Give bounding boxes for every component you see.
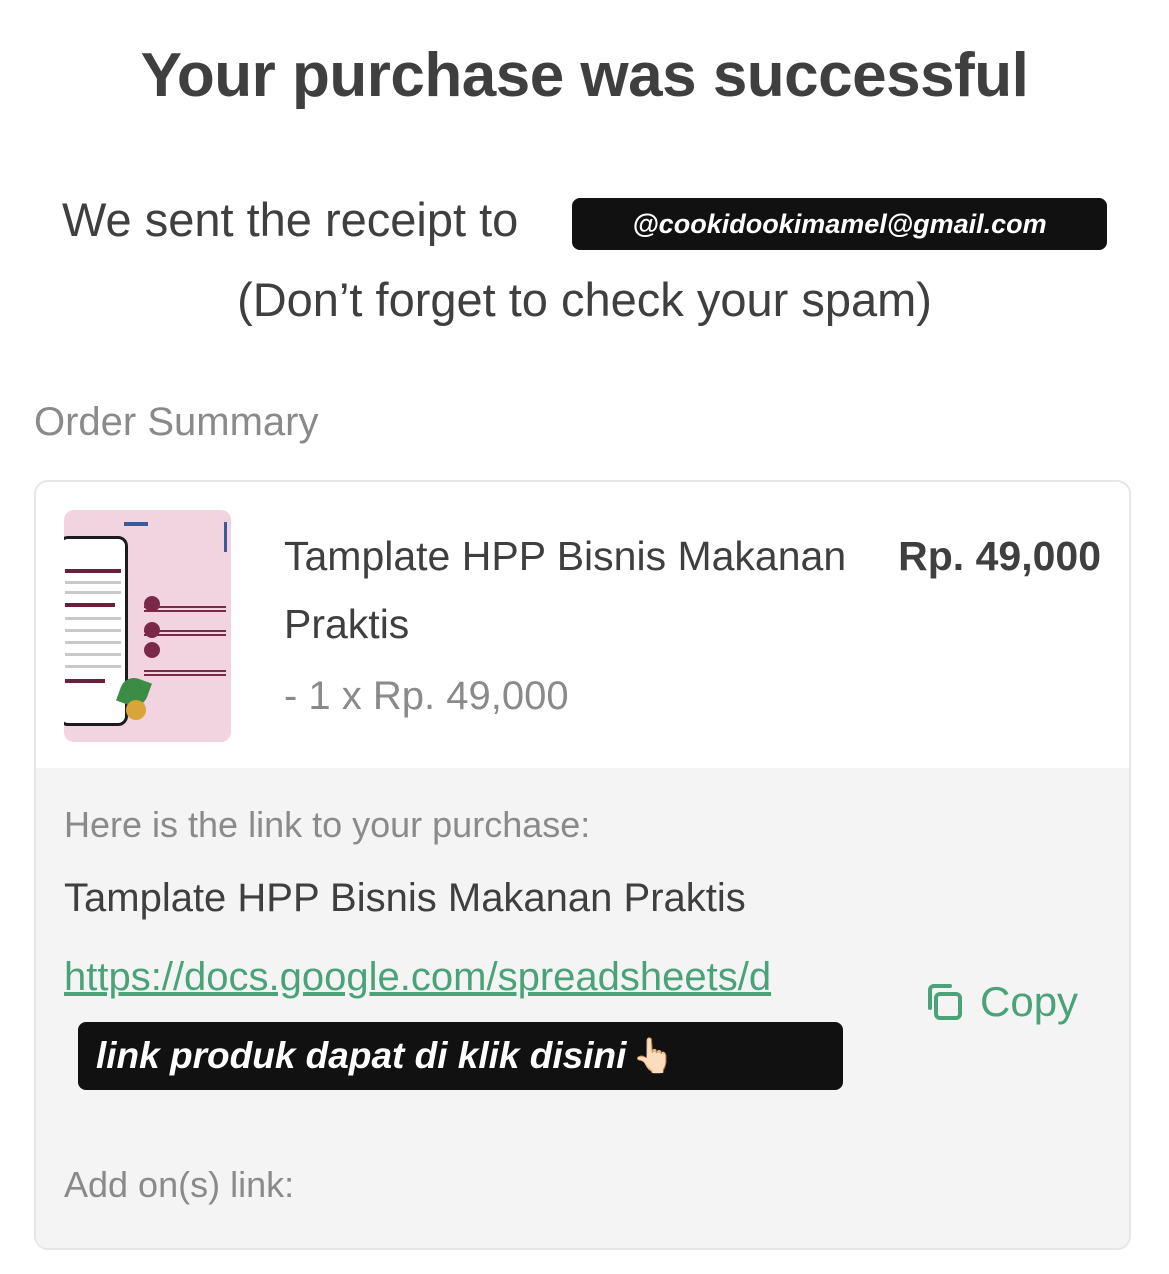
- spam-note: (Don’t forget to check your spam): [237, 273, 932, 326]
- copy-icon: [920, 978, 968, 1026]
- page-title: Your purchase was successful: [140, 41, 1029, 110]
- order-item-row: Tamplate HPP Bisnis Makanan Praktis Rp. …: [36, 482, 1129, 768]
- copy-button-label: Copy: [980, 978, 1079, 1025]
- purchase-link-product-name: Tamplate HPP Bisnis Makanan Praktis: [64, 876, 746, 920]
- thumbnail-coin-decoration: [126, 700, 146, 720]
- thumbnail-header-line: [124, 522, 148, 526]
- product-price: Rp. 49,000: [894, 522, 1101, 590]
- order-summary-card: Tamplate HPP Bisnis Makanan Praktis Rp. …: [34, 480, 1131, 1250]
- purchase-link-panel: Here is the link to your purchase: Tampl…: [36, 768, 1129, 1248]
- email-address-label: @cookidookimamel@gmail.com: [572, 198, 1107, 250]
- purchase-link-url[interactable]: https://docs.google.com/spreadsheets/d: [64, 944, 854, 1010]
- receipt-message: We sent the receipt to: [62, 193, 519, 246]
- pointing-hand-icon: 👆🏻: [632, 1037, 675, 1075]
- order-summary-heading: Order Summary: [34, 400, 319, 444]
- product-thumbnail-image: [64, 510, 231, 742]
- product-name: Tamplate HPP Bisnis Makanan Praktis: [284, 533, 847, 647]
- copy-link-button[interactable]: Copy: [920, 978, 1078, 1026]
- link-hint-sticker: link produk dapat di klik disini 👆🏻: [78, 1022, 843, 1090]
- purchase-success-page: Your purchase was successful We sent the…: [0, 0, 1169, 1274]
- purchase-link-intro: Here is the link to your purchase:: [64, 804, 591, 845]
- thumbnail-accent: [224, 522, 227, 552]
- product-quantity-line: - 1 x Rp. 49,000: [284, 674, 569, 718]
- link-hint-text: link produk dapat di klik disini: [96, 1035, 627, 1076]
- addon-links-label: Add on(s) link:: [64, 1164, 295, 1205]
